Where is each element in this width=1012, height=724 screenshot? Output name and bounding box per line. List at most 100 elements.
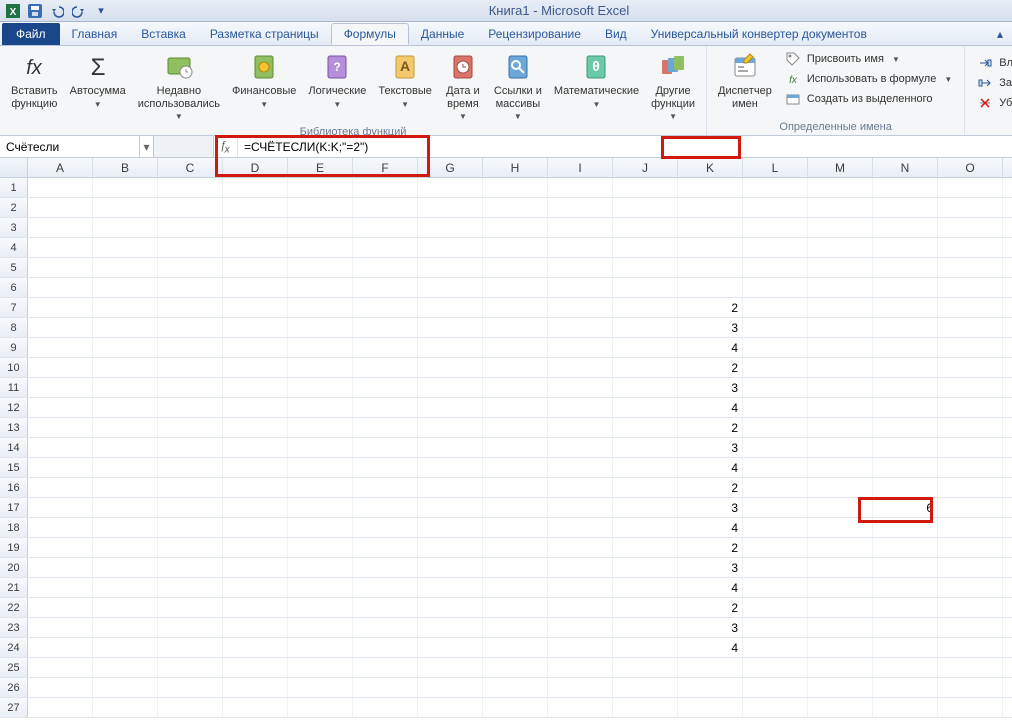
cell-M1[interactable] xyxy=(808,178,873,197)
cell-H12[interactable] xyxy=(483,398,548,417)
cell-H22[interactable] xyxy=(483,598,548,617)
undo-icon[interactable] xyxy=(48,2,66,20)
cell-J2[interactable] xyxy=(613,198,678,217)
cell-M9[interactable] xyxy=(808,338,873,357)
col-header-B[interactable]: B xyxy=(93,158,158,177)
cell-C27[interactable] xyxy=(158,698,223,717)
cell-O15[interactable] xyxy=(938,458,1003,477)
cell-J9[interactable] xyxy=(613,338,678,357)
cell-B13[interactable] xyxy=(93,418,158,437)
col-header-I[interactable]: I xyxy=(548,158,613,177)
row-header-12[interactable]: 12 xyxy=(0,398,28,417)
cell-J23[interactable] xyxy=(613,618,678,637)
tab-вид[interactable]: Вид xyxy=(593,23,639,45)
cell-G11[interactable] xyxy=(418,378,483,397)
cell-N7[interactable] xyxy=(873,298,938,317)
datetime-button[interactable]: Дата и время ▼ xyxy=(439,48,487,124)
cell-I20[interactable] xyxy=(548,558,613,577)
select-all-corner[interactable] xyxy=(0,158,28,177)
cell-F14[interactable] xyxy=(353,438,418,457)
tab-универсальный-конвертер-документов[interactable]: Универсальный конвертер документов xyxy=(639,23,879,45)
col-header-A[interactable]: A xyxy=(28,158,93,177)
cell-N22[interactable] xyxy=(873,598,938,617)
cell-N24[interactable] xyxy=(873,638,938,657)
cell-A24[interactable] xyxy=(28,638,93,657)
cell-D2[interactable] xyxy=(223,198,288,217)
cell-J4[interactable] xyxy=(613,238,678,257)
cell-D5[interactable] xyxy=(223,258,288,277)
cell-F13[interactable] xyxy=(353,418,418,437)
cell-O3[interactable] xyxy=(938,218,1003,237)
cell-N11[interactable] xyxy=(873,378,938,397)
cell-L22[interactable] xyxy=(743,598,808,617)
cell-B16[interactable] xyxy=(93,478,158,497)
cell-B9[interactable] xyxy=(93,338,158,357)
cell-D3[interactable] xyxy=(223,218,288,237)
col-header-O[interactable]: O xyxy=(938,158,1003,177)
cell-J16[interactable] xyxy=(613,478,678,497)
cell-C5[interactable] xyxy=(158,258,223,277)
cell-I25[interactable] xyxy=(548,658,613,677)
row-header-3[interactable]: 3 xyxy=(0,218,28,237)
cell-M13[interactable] xyxy=(808,418,873,437)
cell-H13[interactable] xyxy=(483,418,548,437)
cell-I9[interactable] xyxy=(548,338,613,357)
cell-O5[interactable] xyxy=(938,258,1003,277)
cell-J11[interactable] xyxy=(613,378,678,397)
cell-H6[interactable] xyxy=(483,278,548,297)
cell-F17[interactable] xyxy=(353,498,418,517)
cell-K23[interactable]: 3 xyxy=(678,618,743,637)
cell-N2[interactable] xyxy=(873,198,938,217)
cell-E11[interactable] xyxy=(288,378,353,397)
cell-K8[interactable]: 3 xyxy=(678,318,743,337)
cell-F27[interactable] xyxy=(353,698,418,717)
row-header-22[interactable]: 22 xyxy=(0,598,28,617)
cell-M26[interactable] xyxy=(808,678,873,697)
trace-dependents-button[interactable]: Зависимы xyxy=(975,74,1012,92)
cell-E24[interactable] xyxy=(288,638,353,657)
cell-E15[interactable] xyxy=(288,458,353,477)
cell-O21[interactable] xyxy=(938,578,1003,597)
cell-D24[interactable] xyxy=(223,638,288,657)
row-header-27[interactable]: 27 xyxy=(0,698,28,717)
formula-input[interactable] xyxy=(238,136,1012,157)
cell-F12[interactable] xyxy=(353,398,418,417)
cell-H5[interactable] xyxy=(483,258,548,277)
row-header-5[interactable]: 5 xyxy=(0,258,28,277)
cell-K6[interactable] xyxy=(678,278,743,297)
cell-G17[interactable] xyxy=(418,498,483,517)
cell-F1[interactable] xyxy=(353,178,418,197)
cell-I12[interactable] xyxy=(548,398,613,417)
cell-H20[interactable] xyxy=(483,558,548,577)
cell-N15[interactable] xyxy=(873,458,938,477)
cell-J6[interactable] xyxy=(613,278,678,297)
cell-C23[interactable] xyxy=(158,618,223,637)
cell-H8[interactable] xyxy=(483,318,548,337)
cell-E5[interactable] xyxy=(288,258,353,277)
recent-button[interactable]: Недавно использовались ▼ xyxy=(133,48,225,124)
cell-C3[interactable] xyxy=(158,218,223,237)
cell-N10[interactable] xyxy=(873,358,938,377)
cell-D1[interactable] xyxy=(223,178,288,197)
cell-A12[interactable] xyxy=(28,398,93,417)
cell-D17[interactable] xyxy=(223,498,288,517)
cell-M4[interactable] xyxy=(808,238,873,257)
cell-M15[interactable] xyxy=(808,458,873,477)
cell-H14[interactable] xyxy=(483,438,548,457)
cell-L16[interactable] xyxy=(743,478,808,497)
cell-C20[interactable] xyxy=(158,558,223,577)
cell-F4[interactable] xyxy=(353,238,418,257)
cell-A5[interactable] xyxy=(28,258,93,277)
cell-I16[interactable] xyxy=(548,478,613,497)
cell-N14[interactable] xyxy=(873,438,938,457)
cell-M27[interactable] xyxy=(808,698,873,717)
cell-A26[interactable] xyxy=(28,678,93,697)
name-manager-button[interactable]: Диспетчер имен xyxy=(713,48,777,113)
cell-D7[interactable] xyxy=(223,298,288,317)
cell-K21[interactable]: 4 xyxy=(678,578,743,597)
redo-icon[interactable] xyxy=(70,2,88,20)
cell-H10[interactable] xyxy=(483,358,548,377)
cell-H7[interactable] xyxy=(483,298,548,317)
cell-H4[interactable] xyxy=(483,238,548,257)
cell-O11[interactable] xyxy=(938,378,1003,397)
